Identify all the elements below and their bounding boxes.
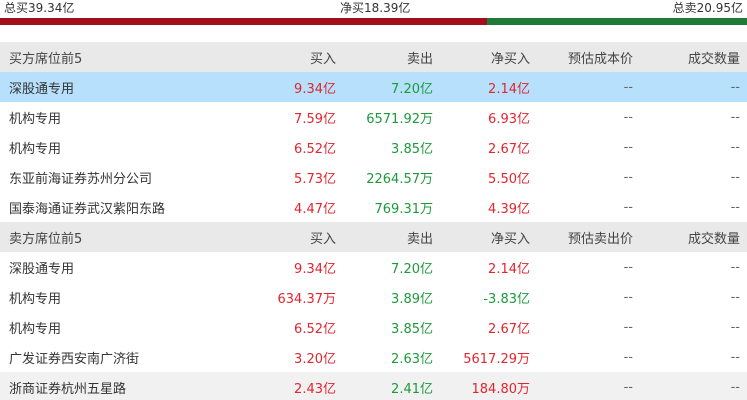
total-buy-label: 总买39.34亿	[4, 1, 75, 15]
trade-qty: --	[730, 349, 740, 365]
est-price: --	[623, 349, 633, 365]
est-price: --	[623, 319, 633, 335]
seat-name[interactable]: 机构专用	[0, 102, 250, 132]
seat-name[interactable]: 浙商证券杭州五星路	[0, 372, 250, 400]
trade-qty: --	[644, 72, 747, 102]
buy-amount: 6.52亿	[294, 321, 336, 337]
table-row[interactable]: 深股通专用 9.34亿 7.20亿 2.14亿 -- --	[0, 72, 747, 102]
net-amount: 2.67亿	[488, 321, 530, 337]
sell-amount: 7.20亿	[340, 72, 437, 102]
sell-section-header-row: 卖方席位前5 买入 卖出 净买入 预估卖出价 成交数量	[0, 222, 747, 252]
buy-amount: 2.43亿	[250, 372, 340, 400]
sell-amount: 3.85亿	[391, 141, 433, 157]
header-buy[interactable]: 买入	[250, 222, 340, 252]
net-amount: 6.93亿	[488, 111, 530, 127]
trade-qty: --	[644, 372, 747, 400]
trade-qty: --	[730, 139, 740, 155]
sell-amount: 6571.92万	[366, 111, 433, 127]
net-amount: 4.39亿	[488, 201, 530, 217]
buy-amount: 7.59亿	[294, 111, 336, 127]
buy-amount: 9.34亿	[294, 261, 336, 277]
table-row[interactable]: 东亚前海证券苏州分公司 5.73亿 2264.57万 5.50亿 -- --	[0, 162, 747, 192]
buy-amount: 9.34亿	[250, 72, 340, 102]
trade-qty: --	[730, 109, 740, 125]
sell-amount: 2.41亿	[340, 372, 437, 400]
table-row[interactable]: 机构专用 6.52亿 3.85亿 2.67亿 -- --	[0, 132, 747, 162]
table-row[interactable]: 广发证券西安南广济街 3.20亿 2.63亿 5617.29万 -- --	[0, 342, 747, 372]
buy-ratio-fill	[0, 18, 488, 25]
sell-amount: 3.89亿	[391, 291, 433, 307]
est-price: --	[623, 109, 633, 125]
net-amount: 2.67亿	[488, 141, 530, 157]
header-net[interactable]: 净买入	[437, 42, 534, 72]
sell-seats-section: 卖方席位前5 买入 卖出 净买入 预估卖出价 成交数量 深股通专用 9.34亿 7.20亿 2.1…	[0, 222, 747, 400]
est-price: --	[534, 372, 644, 400]
buy-amount: 6.52亿	[294, 141, 336, 157]
header-seat: 买方席位前5	[0, 42, 250, 72]
seat-name[interactable]: 深股通专用	[0, 252, 250, 282]
seat-name[interactable]: 东亚前海证券苏州分公司	[0, 162, 250, 192]
header-qty[interactable]: 成交数量	[644, 222, 747, 252]
table-row[interactable]: 深股通专用 9.34亿 7.20亿 2.14亿 -- --	[0, 252, 747, 282]
sell-amount: 2.63亿	[391, 351, 433, 367]
total-sell-label: 总卖20.95亿	[672, 1, 743, 15]
net-amount: 2.14亿	[437, 72, 534, 102]
buy-amount: 4.47亿	[294, 201, 336, 217]
header-qty[interactable]: 成交数量	[644, 42, 747, 72]
sell-amount: 769.31万	[374, 201, 434, 217]
seat-name[interactable]: 国泰海通证券武汉紫阳东路	[0, 192, 250, 222]
est-price: --	[534, 72, 644, 102]
est-price: --	[623, 289, 633, 305]
header-sell[interactable]: 卖出	[340, 222, 437, 252]
net-amount: 5617.29万	[463, 351, 530, 367]
header-seat: 卖方席位前5	[0, 222, 250, 252]
sell-amount: 3.85亿	[391, 321, 433, 337]
buy-seats-section: 买方席位前5 买入 卖出 净买入 预估成本价 成交数量 深股通专用 9.34亿 7.20亿 2.1…	[0, 42, 747, 222]
net-amount: 2.14亿	[488, 261, 530, 277]
est-price: --	[623, 139, 633, 155]
table-row[interactable]: 国泰海通证券武汉紫阳东路 4.47亿 769.31万 4.39亿 -- --	[0, 192, 747, 222]
table-row[interactable]: 机构专用 7.59亿 6571.92万 6.93亿 -- --	[0, 102, 747, 132]
trade-qty: --	[730, 319, 740, 335]
seat-name[interactable]: 机构专用	[0, 282, 250, 312]
seat-name[interactable]: 机构专用	[0, 312, 250, 342]
table-row[interactable]: 机构专用 6.52亿 3.85亿 2.67亿 -- --	[0, 312, 747, 342]
seats-table: 买方席位前5 买入 卖出 净买入 预估成本价 成交数量 深股通专用 9.34亿 7.20亿 2.1…	[0, 42, 747, 400]
net-amount: 5.50亿	[488, 171, 530, 187]
header-buy[interactable]: 买入	[250, 42, 340, 72]
net-amount: -3.83亿	[483, 291, 530, 307]
header-est-price[interactable]: 预估卖出价	[534, 222, 644, 252]
buy-amount: 5.73亿	[294, 171, 336, 187]
header-net[interactable]: 净买入	[437, 222, 534, 252]
sell-ratio-fill	[487, 18, 747, 25]
buy-amount: 3.20亿	[294, 351, 336, 367]
seat-name[interactable]: 机构专用	[0, 132, 250, 162]
net-buy-label: 净买18.39亿	[340, 1, 411, 15]
trade-qty: --	[730, 199, 740, 215]
buy-sell-ratio-bar	[0, 18, 747, 25]
trade-summary: 总买39.34亿 净买18.39亿 总卖20.95亿	[0, 0, 747, 18]
header-est-price[interactable]: 预估成本价	[534, 42, 644, 72]
header-sell[interactable]: 卖出	[340, 42, 437, 72]
est-price: --	[623, 169, 633, 185]
buy-amount: 634.37万	[277, 291, 337, 307]
table-row[interactable]: 浙商证券杭州五星路 2.43亿 2.41亿 184.80万 -- --	[0, 372, 747, 400]
trade-qty: --	[730, 289, 740, 305]
est-price: --	[623, 199, 633, 215]
buy-section-header-row: 买方席位前5 买入 卖出 净买入 预估成本价 成交数量	[0, 42, 747, 72]
sell-amount: 7.20亿	[391, 261, 433, 277]
trade-qty: --	[730, 169, 740, 185]
seat-name[interactable]: 广发证券西安南广济街	[0, 342, 250, 372]
seat-name[interactable]: 深股通专用	[0, 72, 250, 102]
est-price: --	[623, 259, 633, 275]
sell-amount: 2264.57万	[366, 171, 433, 187]
net-amount: 184.80万	[437, 372, 534, 400]
table-row[interactable]: 机构专用 634.37万 3.89亿 -3.83亿 -- --	[0, 282, 747, 312]
trade-qty: --	[730, 259, 740, 275]
